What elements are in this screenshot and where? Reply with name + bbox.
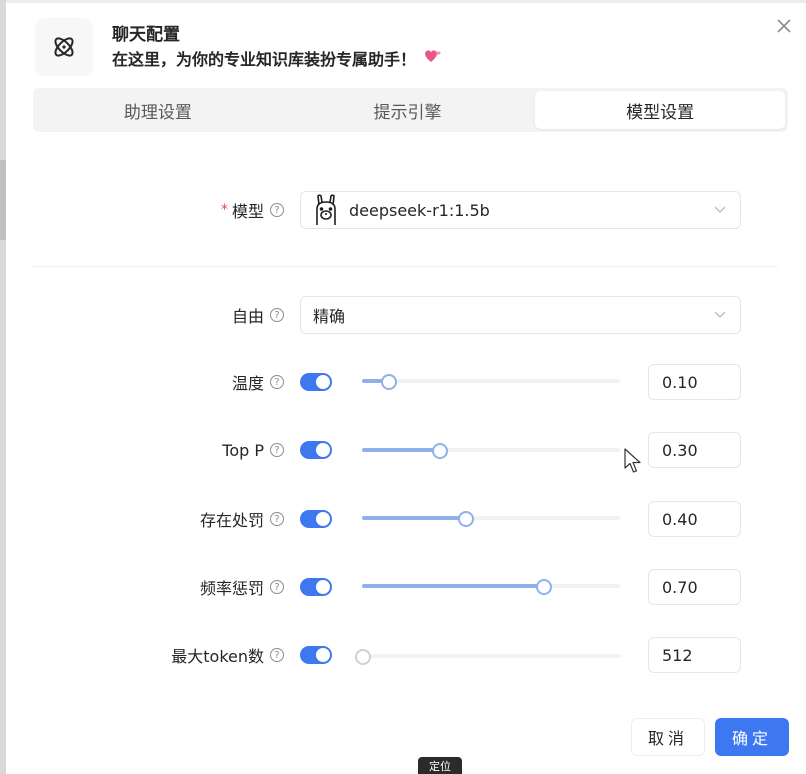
slider-handle[interactable] [458,511,475,527]
window-top-edge [0,0,806,3]
model-label: * 模型 ? [140,198,284,222]
param-label: 温度 ? [120,370,284,394]
background-page-edge [0,0,6,774]
toggle-knob [316,648,330,662]
param-input[interactable]: 0.10 [648,364,741,400]
param-label-text: 存在处罚 [199,511,264,530]
freedom-value: 精确 [313,307,346,326]
freedom-label: 自由 ? [140,303,284,327]
slider-handle[interactable] [355,649,371,665]
param-toggle[interactable] [300,441,332,459]
slider-track [362,516,466,520]
settings-tabs: 助理设置 提示引擎 模型设置 [33,88,788,132]
model-value: deepseek-r1:1.5b [349,200,490,220]
help-icon[interactable]: ? [270,203,284,217]
toggle-knob [316,512,330,526]
param-label-text: 频率惩罚 [199,579,264,598]
toggle-knob [316,375,330,389]
tab-assistant-settings[interactable]: 助理设置 [33,88,283,132]
slider-track [362,584,543,588]
mouse-cursor-icon [624,448,641,473]
help-icon[interactable]: ? [270,443,284,457]
tooltip: 定位 [418,757,462,774]
param-slider[interactable] [362,510,620,527]
assistant-avatar [35,18,93,76]
param-input[interactable]: 0.40 [648,501,741,537]
atom-icon [54,37,74,57]
slider-track [362,448,440,452]
param-label-text: 温度 [231,374,264,393]
param-label-text: 最大token数 [171,647,264,666]
param-toggle[interactable] [300,373,332,391]
param-label: 存在处罚 ? [120,507,284,531]
dialog-subtitle: 在这里，为你的专业知识库装扮专属助手！ [112,46,442,70]
slider-handle[interactable] [535,579,552,595]
slider-handle[interactable] [380,374,397,390]
param-slider[interactable] [362,442,620,459]
cancel-button[interactable]: 取消 [631,718,705,756]
model-label-text: 模型 [231,202,264,221]
required-mark: * [220,202,228,218]
confirm-button[interactable]: 确定 [715,718,789,756]
chevron-down-icon [714,206,726,213]
param-input[interactable]: 512 [648,637,741,673]
freedom-label-text: 自由 [231,307,264,326]
param-label: 最大token数 ? [120,643,284,667]
help-icon[interactable]: ? [270,512,284,526]
help-icon[interactable]: ? [270,648,284,662]
param-slider[interactable] [362,373,620,390]
param-toggle[interactable] [300,510,332,528]
param-label: 频率惩罚 ? [120,575,284,599]
toggle-knob [316,580,330,594]
param-slider[interactable] [355,648,620,665]
help-icon[interactable]: ? [270,308,284,322]
chevron-down-icon [714,311,726,318]
param-toggle[interactable] [300,578,332,596]
param-label-text: Top P [222,440,264,460]
param-slider[interactable] [362,578,620,595]
slider-rail [362,654,620,658]
help-icon[interactable]: ? [270,580,284,594]
toggle-knob [316,443,330,457]
model-select[interactable]: deepseek-r1:1.5b [300,191,741,229]
param-toggle[interactable] [300,646,332,664]
param-label: Top P ? [120,438,284,462]
heart-icon [424,48,442,68]
param-input[interactable]: 0.70 [648,569,741,605]
freedom-select[interactable]: 精确 [300,296,741,334]
tab-model-settings[interactable]: 模型设置 [535,91,786,129]
slider-rail [362,379,620,383]
subtitle-text: 在这里，为你的专业知识库装扮专属助手！ [112,50,417,69]
llama-icon [316,194,336,225]
section-divider [33,266,778,267]
close-icon [777,19,791,33]
param-input[interactable]: 0.30 [648,432,741,468]
slider-handle[interactable] [432,443,449,459]
tab-prompt-engine[interactable]: 提示引擎 [283,88,533,132]
close-button[interactable] [772,14,796,38]
dialog-title: 聊天配置 [112,25,180,45]
help-icon[interactable]: ? [270,375,284,389]
